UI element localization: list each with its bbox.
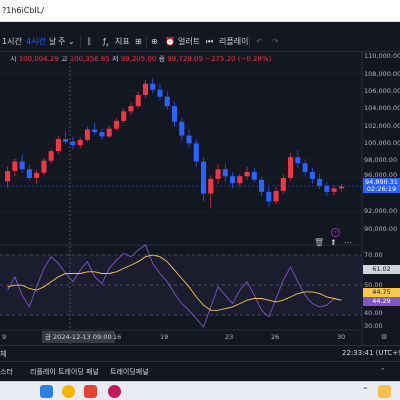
status-bar: 체 22:33:41 (UTC+9) xyxy=(0,345,400,361)
clock[interactable]: 22:33:41 (UTC+9) xyxy=(342,349,400,357)
candle-body xyxy=(34,172,40,178)
candle-body xyxy=(186,135,192,144)
candle-body xyxy=(70,141,76,146)
candle-body xyxy=(324,185,330,192)
candle-body xyxy=(302,163,308,172)
candle-body xyxy=(230,176,236,184)
price-axis-label: 100,000.00 xyxy=(364,139,400,147)
candle-body xyxy=(92,129,98,133)
candle-body xyxy=(222,169,228,177)
candle-body xyxy=(157,89,163,97)
candle-body xyxy=(266,191,272,202)
status-left-text[interactable]: 체 xyxy=(0,349,6,359)
candle-body xyxy=(150,83,156,90)
media-icon[interactable] xyxy=(108,385,121,398)
candle-body xyxy=(164,96,170,107)
pane-menu-icon[interactable]: ⋯ xyxy=(344,238,352,247)
candle-body xyxy=(48,151,54,161)
grid xyxy=(0,55,362,230)
time-axis-label: 9 xyxy=(2,333,7,341)
current-price-tag: 94,890.31 02:26:19 xyxy=(363,178,400,193)
settings-icon[interactable]: ⚙ xyxy=(381,333,387,341)
crosshair-time: 09:00 xyxy=(92,333,112,341)
candle-body xyxy=(338,186,344,189)
candle-body xyxy=(208,178,214,194)
time-axis-label: 30 xyxy=(337,333,346,341)
candle-body xyxy=(331,188,337,192)
candle-body xyxy=(113,120,119,129)
crosshair-date: 금 2024-12-13 xyxy=(45,333,91,341)
chevron-up-icon[interactable]: ⌃ xyxy=(380,367,386,375)
candle-body xyxy=(259,179,265,192)
price-axis-label: 104,000.00 xyxy=(364,104,400,112)
price-axis-label: 110,000.00 xyxy=(364,52,400,60)
candle-body xyxy=(63,139,69,142)
candle-body xyxy=(99,132,105,137)
candle-body xyxy=(55,139,61,152)
candle-body xyxy=(26,169,32,178)
candle-body xyxy=(84,129,90,140)
tray-icon[interactable] xyxy=(378,385,391,398)
rsi-value-tag: 61.02 xyxy=(363,265,400,274)
candles xyxy=(5,78,344,209)
chrome-icon[interactable] xyxy=(62,385,75,398)
candle-body xyxy=(12,161,18,172)
rsi-line-tag: 44.29 xyxy=(363,297,400,306)
trash-icon[interactable]: 🗑 xyxy=(314,238,324,247)
crosshair-date-label: 금 2024-12-13 09:00 xyxy=(42,331,115,343)
candle-body xyxy=(288,157,294,178)
time-axis-label: 16 xyxy=(113,333,122,341)
candle-body xyxy=(237,176,243,184)
candle-body xyxy=(280,177,286,191)
price-axis-label: 90,000.00 xyxy=(364,225,398,233)
rsi-axis-label: 70.00 xyxy=(364,251,383,259)
browser-icon[interactable] xyxy=(40,385,53,398)
rsi-axis-label: 40.00 xyxy=(364,309,383,317)
candle-body xyxy=(193,143,199,162)
taskbar: ⌃ xyxy=(0,381,400,400)
candle-body xyxy=(41,160,47,173)
chevron-up-icon[interactable]: ⌃ xyxy=(362,386,369,395)
candle-body xyxy=(244,171,250,177)
candle-body xyxy=(19,161,25,170)
price-axis-label: 108,000.00 xyxy=(364,70,400,78)
candle-body xyxy=(106,128,112,137)
tab-screener[interactable]: 스터 xyxy=(0,367,13,377)
candle-body xyxy=(121,111,127,121)
price-axis-label: 98,000.00 xyxy=(364,156,398,164)
candle-body xyxy=(179,121,185,136)
rsi-ma-tag: 44.75 xyxy=(363,288,400,297)
tab-replay-trading-panel[interactable]: 리플레이 트레이딩 패널 xyxy=(30,367,99,377)
rsi-axis-label: 30.00 xyxy=(364,322,383,330)
candle-body xyxy=(135,94,141,107)
candle-body xyxy=(128,106,134,112)
candle-body xyxy=(317,178,323,186)
time-axis-label: 26 xyxy=(271,333,280,341)
candle-body xyxy=(273,190,279,202)
price-axis-label: 106,000.00 xyxy=(364,87,400,95)
panel-tabs: 스터 리플레이 트레이딩 패널 트레이딩패널 ⌃ xyxy=(0,361,400,381)
candle-countdown: 02:26:19 xyxy=(366,185,397,193)
candle-body xyxy=(171,106,178,122)
candle-body xyxy=(309,171,315,179)
candle-body xyxy=(251,171,257,180)
candle-body xyxy=(295,157,301,164)
app-icon[interactable] xyxy=(84,385,97,398)
move-up-icon[interactable]: ⬆ xyxy=(330,238,337,247)
price-axis-label: 92,000.00 xyxy=(364,207,398,215)
time-axis-label: 23 xyxy=(225,333,234,341)
candle-body xyxy=(215,169,221,179)
add-indicator-icon[interactable]: + xyxy=(331,228,340,237)
price-axis-label: 102,000.00 xyxy=(364,122,400,130)
candle-body xyxy=(5,171,11,182)
candle-body xyxy=(77,139,83,146)
candle-body xyxy=(142,83,149,95)
candle-body xyxy=(200,161,207,194)
time-axis-label: 19 xyxy=(160,333,169,341)
tab-trading-panel[interactable]: 트레이딩패널 xyxy=(110,367,149,377)
